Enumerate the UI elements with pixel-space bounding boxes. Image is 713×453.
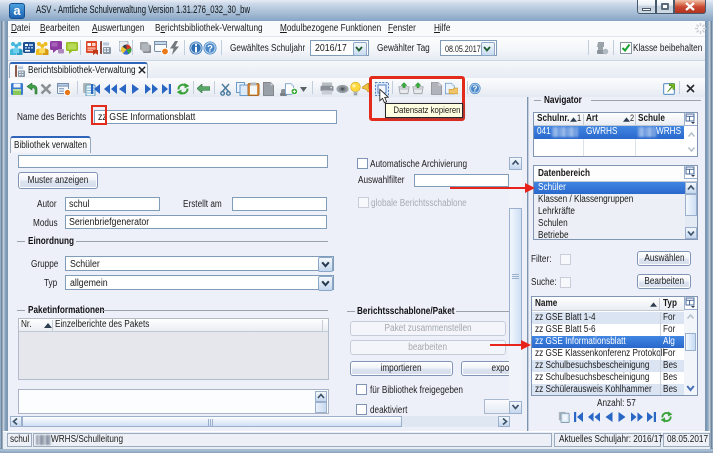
svg-text:?: ? [473,85,478,94]
svg-text:?: ? [207,44,213,55]
